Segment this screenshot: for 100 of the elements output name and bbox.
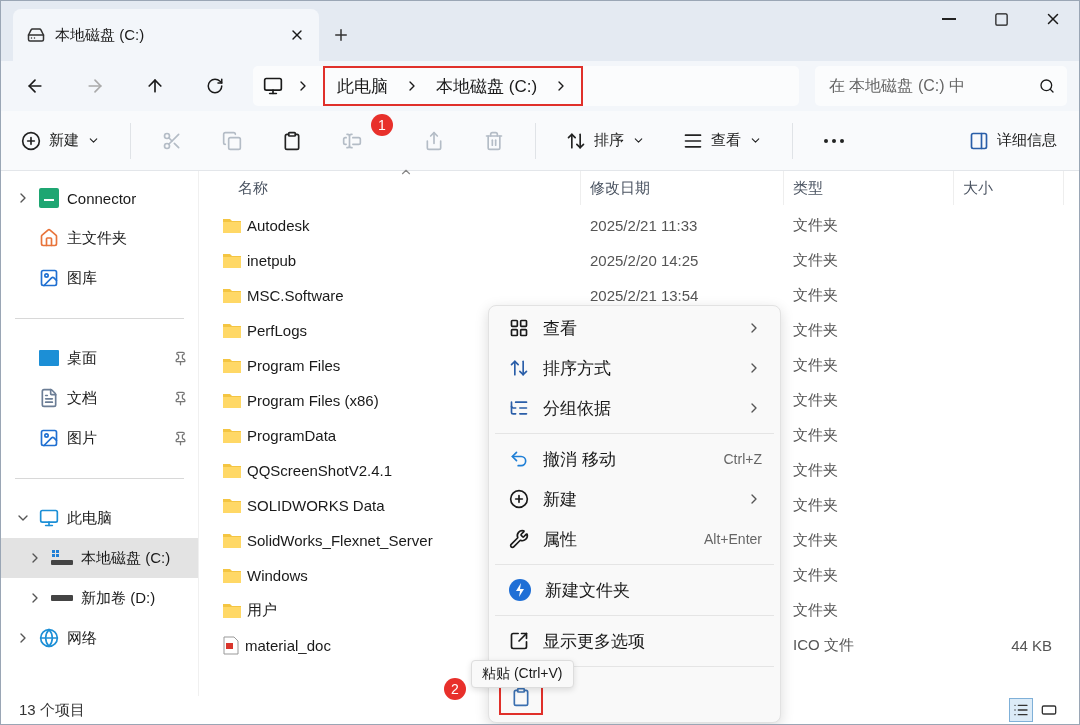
search-field[interactable]: 在 本地磁盘 (C:) 中 bbox=[827, 76, 1031, 96]
sidebar-item[interactable]: 网络 bbox=[1, 618, 198, 658]
sidebar-item[interactable]: 本地磁盘 (C:) bbox=[1, 538, 198, 578]
file-name[interactable]: MSC.Software bbox=[199, 287, 581, 304]
undo-icon bbox=[509, 449, 529, 469]
address-bar[interactable]: 此电脑 本地磁盘 (C:) bbox=[253, 66, 799, 106]
sidebar-item[interactable]: 新加卷 (D:) bbox=[1, 578, 198, 618]
sidebar-label: 此电脑 bbox=[67, 508, 113, 528]
sidebar-item[interactable]: 桌面 bbox=[1, 338, 198, 378]
panel-icon bbox=[969, 130, 989, 151]
type-cell-text: 文件夹 bbox=[792, 286, 839, 305]
tab[interactable]: 本地磁盘 (C:) bbox=[13, 9, 319, 61]
column-header[interactable]: 名称 bbox=[199, 171, 581, 205]
sidebar-label: 主文件夹 bbox=[67, 228, 128, 248]
sidebar-label: 新加卷 (D:) bbox=[81, 588, 157, 608]
share-icon bbox=[424, 130, 444, 151]
grid-icon bbox=[509, 318, 529, 338]
column-header[interactable]: 类型 bbox=[784, 171, 954, 205]
trash-icon bbox=[484, 130, 504, 151]
desktop-icon bbox=[39, 350, 59, 366]
column-header[interactable]: 大小 bbox=[954, 171, 1064, 205]
clipboard-icon bbox=[282, 130, 302, 151]
tab-title: 本地磁盘 (C:) bbox=[55, 25, 146, 45]
group-icon bbox=[509, 398, 529, 418]
new-button[interactable]: 新建 bbox=[13, 120, 108, 161]
sidebar-item[interactable]: 主文件夹 bbox=[1, 218, 198, 258]
details-view-icon bbox=[1013, 702, 1029, 718]
sidebar-item[interactable]: Connector bbox=[1, 178, 198, 218]
date-cell-text: 2025/2/20 14:25 bbox=[589, 252, 700, 269]
file-icon bbox=[223, 636, 239, 655]
more-icon bbox=[824, 138, 844, 143]
sidebar-item[interactable]: 文档 bbox=[1, 378, 198, 418]
scissors-icon bbox=[162, 130, 182, 151]
menu-item[interactable]: 新建 bbox=[495, 479, 774, 519]
search-icon bbox=[1039, 78, 1055, 94]
type-cell-text: 文件夹 bbox=[792, 566, 839, 585]
sidebar-label: Connector bbox=[67, 189, 138, 207]
sidebar-label: 图片 bbox=[67, 428, 98, 448]
file-name[interactable]: inetpub bbox=[199, 252, 581, 269]
sidebar-label: 本地磁盘 (C:) bbox=[81, 548, 172, 568]
wrench-icon bbox=[509, 529, 529, 549]
breadcrumb[interactable]: 本地磁盘 (C:) bbox=[436, 74, 538, 98]
details-button[interactable]: 详细信息 bbox=[959, 120, 1067, 161]
folder-icon bbox=[223, 358, 241, 373]
open-out-icon bbox=[509, 631, 529, 651]
monitor-icon bbox=[39, 508, 59, 528]
type-cell-text: 文件夹 bbox=[792, 216, 839, 235]
folder-icon bbox=[223, 533, 241, 548]
type-cell-text: 文件夹 bbox=[792, 251, 839, 270]
maximize-icon bbox=[993, 11, 1009, 27]
type-cell-text: 文件夹 bbox=[792, 426, 839, 445]
type-cell-text: 文件夹 bbox=[792, 531, 839, 550]
type-cell-text: 文件夹 bbox=[792, 461, 839, 480]
folder-icon bbox=[223, 253, 241, 268]
app-icon bbox=[39, 188, 59, 208]
column-header[interactable]: 修改日期 bbox=[581, 171, 784, 205]
document-icon bbox=[39, 388, 59, 408]
sidebar-label: 图库 bbox=[67, 268, 98, 288]
folder-icon bbox=[223, 428, 241, 443]
type-cell-text: 文件夹 bbox=[792, 391, 839, 410]
type-cell-text: 文件夹 bbox=[792, 601, 839, 620]
breadcrumb[interactable]: 此电脑 bbox=[337, 74, 388, 98]
sidebar-item[interactable]: 此电脑 bbox=[1, 498, 198, 538]
type-cell-text: ICO 文件 bbox=[792, 636, 855, 655]
search-box[interactable]: 在 本地磁盘 (C:) 中 bbox=[815, 66, 1067, 106]
sidebar-label: 文档 bbox=[67, 388, 98, 408]
type-cell-text: 文件夹 bbox=[792, 496, 839, 515]
sidebar-item[interactable]: 图库 bbox=[1, 258, 198, 298]
date-cell-text: 2025/2/21 13:54 bbox=[589, 287, 700, 304]
folder-icon bbox=[223, 498, 241, 513]
sort-button[interactable]: 排序 bbox=[558, 120, 653, 161]
new-tab-icon bbox=[332, 26, 350, 44]
view-toggle[interactable] bbox=[1009, 698, 1033, 722]
item-count: 13 个项目 bbox=[19, 700, 85, 720]
folder-icon bbox=[223, 603, 241, 618]
lightning-icon bbox=[509, 579, 531, 601]
file-name[interactable]: Autodesk bbox=[199, 217, 581, 234]
step-badge: 1 bbox=[371, 113, 393, 136]
type-cell-text: 文件夹 bbox=[792, 356, 839, 375]
menu-item[interactable]: 排序方式 bbox=[495, 348, 774, 388]
menu-item[interactable]: 显示更多选项 bbox=[495, 621, 774, 661]
folder-icon bbox=[223, 568, 241, 583]
drive-icon bbox=[27, 26, 45, 44]
folder-icon bbox=[223, 463, 241, 478]
sidebar-item[interactable]: 图片 bbox=[1, 418, 198, 458]
image-icon bbox=[39, 268, 59, 288]
plus-icon bbox=[509, 489, 529, 509]
menu-item[interactable]: 分组依据 bbox=[495, 388, 774, 428]
view-button[interactable]: 查看 bbox=[675, 120, 770, 161]
sidebar-label: 网络 bbox=[67, 628, 98, 648]
menu-item[interactable]: 属性 Alt+Enter bbox=[495, 519, 774, 559]
refresh-icon bbox=[206, 77, 224, 95]
tiles-view-icon bbox=[1041, 702, 1057, 718]
drive-icon bbox=[51, 595, 73, 601]
menu-item[interactable]: 查看 bbox=[495, 308, 774, 348]
tooltip: 粘贴 (Ctrl+V) bbox=[471, 660, 574, 688]
folder-icon bbox=[223, 393, 241, 408]
monitor-icon bbox=[263, 76, 283, 96]
globe-icon bbox=[39, 628, 59, 648]
clipboard-icon bbox=[511, 687, 531, 707]
